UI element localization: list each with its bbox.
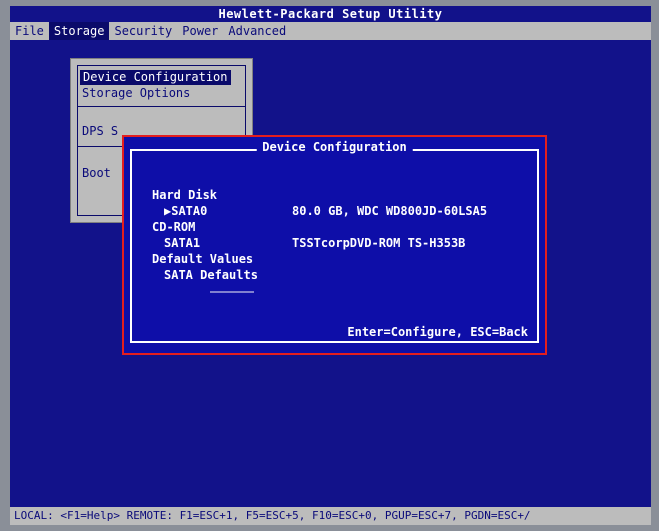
dialog-frame: Hard Disk ▶SATA0 80.0 GB, WDC WD800JD-60… xyxy=(130,149,539,343)
row-sata0[interactable]: ▶SATA0 80.0 GB, WDC WD800JD-60LSA5 xyxy=(152,203,487,219)
row-label: ▶SATA0 xyxy=(164,204,208,218)
row-value: TSSTcorpDVD-ROM TS-H353B xyxy=(292,236,466,250)
row-label: CD-ROM xyxy=(152,220,196,234)
menu-item-dps[interactable]: DPS S xyxy=(82,124,118,139)
focus-underline xyxy=(210,291,254,293)
row-hard-disk: Hard Disk xyxy=(152,187,217,203)
window-title: Hewlett-Packard Setup Utility xyxy=(218,7,443,21)
menu-bar: File Storage Security Power Advanced xyxy=(10,22,651,40)
menu-power[interactable]: Power xyxy=(177,22,223,40)
row-label: Default Values xyxy=(152,252,254,266)
bios-screen: Hewlett-Packard Setup Utility File Stora… xyxy=(10,6,651,525)
row-value: 80.0 GB, WDC WD800JD-60LSA5 xyxy=(292,204,488,218)
row-label: Hard Disk xyxy=(152,188,218,202)
row-label: SATA1 xyxy=(164,236,201,250)
device-configuration-dialog: Hard Disk ▶SATA0 80.0 GB, WDC WD800JD-60… xyxy=(122,135,547,355)
menu-file[interactable]: File xyxy=(10,22,49,40)
menu-storage[interactable]: Storage xyxy=(48,22,110,40)
menu-advanced[interactable]: Advanced xyxy=(223,22,291,40)
dialog-footer: Enter=Configure, ESC=Back xyxy=(344,325,531,339)
row-cd-rom: CD-ROM xyxy=(152,219,195,235)
menu-item-device-configuration[interactable]: Device Configuration xyxy=(80,70,231,85)
dialog-title: Device Configuration xyxy=(256,140,413,154)
row-label: SATA Defaults xyxy=(164,268,258,282)
row-sata-defaults[interactable]: SATA Defaults xyxy=(152,267,258,283)
menu-security[interactable]: Security xyxy=(109,22,177,40)
status-bar: LOCAL: <F1=Help> REMOTE: F1=ESC+1, F5=ES… xyxy=(10,507,651,525)
dropdown-divider xyxy=(78,106,245,107)
menu-item-storage-options[interactable]: Storage Options xyxy=(82,86,190,101)
row-default-values: Default Values xyxy=(152,251,253,267)
menu-item-boot[interactable]: Boot xyxy=(82,166,111,181)
row-sata1[interactable]: SATA1 TSSTcorpDVD-ROM TS-H353B xyxy=(152,235,465,251)
